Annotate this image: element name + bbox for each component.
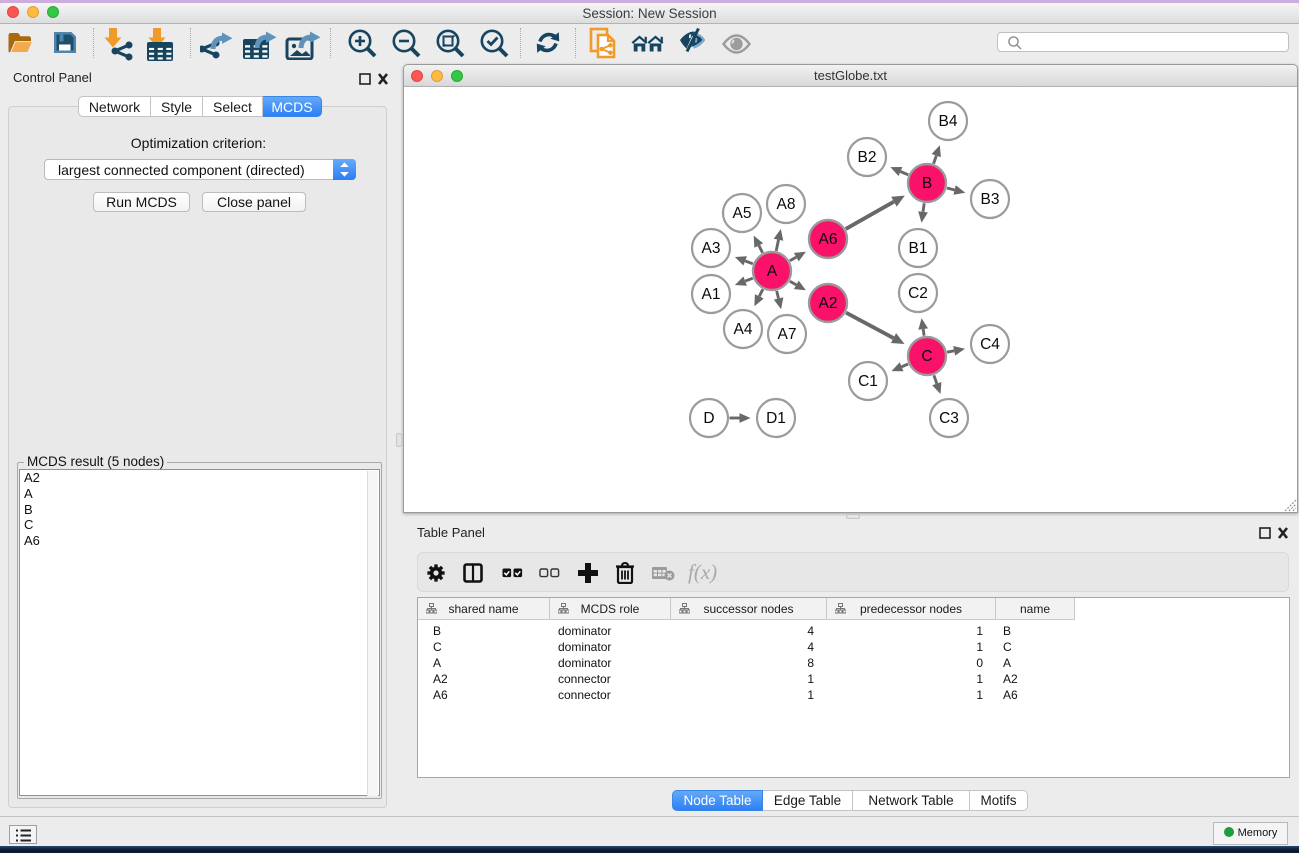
svg-text:B: B — [922, 175, 932, 192]
svg-text:B3: B3 — [981, 191, 1000, 208]
svg-text:D: D — [703, 410, 714, 427]
svg-text:A3: A3 — [702, 240, 721, 257]
svg-text:C: C — [921, 348, 932, 365]
svg-text:A: A — [767, 263, 778, 280]
svg-text:A2: A2 — [819, 295, 838, 312]
svg-text:C1: C1 — [858, 373, 878, 390]
svg-text:D1: D1 — [766, 410, 786, 427]
svg-text:C2: C2 — [908, 285, 928, 302]
svg-text:A7: A7 — [778, 326, 797, 343]
svg-text:A6: A6 — [819, 231, 838, 248]
svg-text:A8: A8 — [777, 196, 796, 213]
svg-text:A1: A1 — [702, 286, 721, 303]
svg-text:B2: B2 — [858, 149, 877, 166]
svg-text:A4: A4 — [734, 321, 753, 338]
svg-text:B4: B4 — [939, 113, 958, 130]
svg-text:C3: C3 — [939, 410, 959, 427]
svg-text:A5: A5 — [733, 205, 752, 222]
svg-text:B1: B1 — [909, 240, 928, 257]
svg-text:C4: C4 — [980, 336, 1000, 353]
